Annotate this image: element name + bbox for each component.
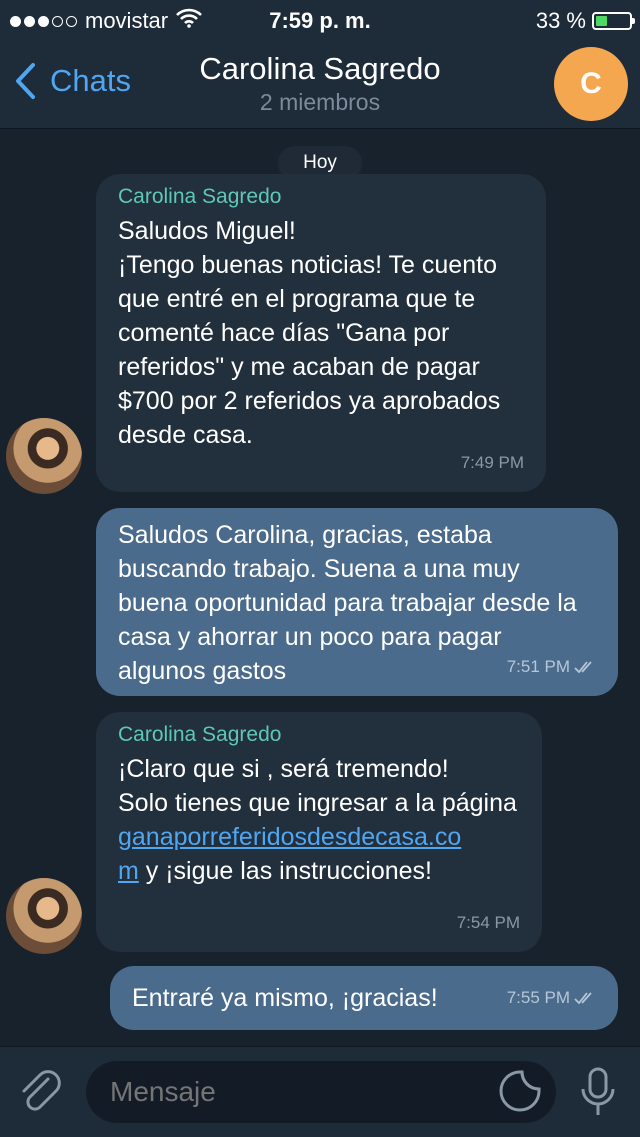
signal-dot xyxy=(52,15,63,27)
message-text-after: y ¡sigue las instrucciones! xyxy=(138,857,433,885)
battery-fill xyxy=(596,16,607,26)
message-sender: Carolina Sagredo xyxy=(118,723,282,746)
message-meta: 7:54 PM xyxy=(457,906,520,940)
battery-percent: 33 % xyxy=(535,8,586,33)
microphone-icon xyxy=(581,1067,615,1115)
double-check-icon xyxy=(574,661,592,674)
sticker-button[interactable] xyxy=(498,1069,542,1118)
attach-button[interactable] xyxy=(18,1067,64,1122)
message-text: Saludos Miguel! ¡Tengo buenas noticias! … xyxy=(118,217,501,449)
message-bubble-incoming[interactable]: Carolina Sagredo Saludos Miguel! ¡Tengo … xyxy=(96,174,546,492)
message-text: ¡Claro que si , será tremendo! Solo tien… xyxy=(118,752,520,888)
double-check-icon xyxy=(574,992,592,1005)
message-sender: Carolina Sagredo xyxy=(118,185,282,208)
signal-dot xyxy=(38,15,49,27)
back-button[interactable]: Chats xyxy=(14,62,131,100)
message-bubble-incoming[interactable]: Carolina Sagredo ¡Claro que si , será tr… xyxy=(96,712,542,952)
wifi-icon xyxy=(176,8,203,34)
chat-header: Chats Carolina Sagredo 2 miembros C xyxy=(0,40,640,129)
message-bubble-outgoing[interactable]: Entraré ya mismo, ¡gracias! 7:55 PM xyxy=(110,966,618,1030)
message-time: 7:54 PM xyxy=(456,913,520,932)
carrier-name: movistar xyxy=(85,8,169,33)
status-bar: movistar 7:59 p. m. 33 % xyxy=(0,0,640,40)
message-bubble-outgoing[interactable]: Saludos Carolina, gracias, estaba buscan… xyxy=(96,508,618,696)
message-input[interactable] xyxy=(86,1061,556,1123)
sender-avatar[interactable] xyxy=(6,418,82,494)
message-input-bar xyxy=(0,1046,640,1137)
avatar-letter: C xyxy=(580,67,602,100)
battery-icon xyxy=(592,12,635,30)
signal-dot xyxy=(66,15,77,27)
chevron-left-icon xyxy=(16,63,35,99)
message-time: 7:55 PM xyxy=(506,988,570,1007)
message-meta: 7:49 PM xyxy=(461,446,524,480)
signal-dot xyxy=(24,15,35,27)
sticker-icon xyxy=(499,1070,541,1112)
microphone-button[interactable] xyxy=(578,1065,618,1126)
back-button-label: Chats xyxy=(50,63,131,98)
message-meta: 7:55 PM xyxy=(507,981,596,1015)
message-time: 7:49 PM xyxy=(460,453,524,472)
message-meta: 7:51 PM xyxy=(507,650,596,684)
status-right: 33 % xyxy=(535,8,635,34)
sender-avatar[interactable] xyxy=(6,878,82,954)
message-time: 7:51 PM xyxy=(506,657,570,676)
paperclip-icon xyxy=(22,1070,61,1111)
status-left: movistar xyxy=(10,8,203,34)
message-text-before: ¡Claro que si , será tremendo! Solo tien… xyxy=(118,755,517,817)
signal-strength-icon xyxy=(10,15,77,27)
chat-avatar[interactable]: C xyxy=(554,47,628,121)
signal-dot xyxy=(10,15,21,27)
